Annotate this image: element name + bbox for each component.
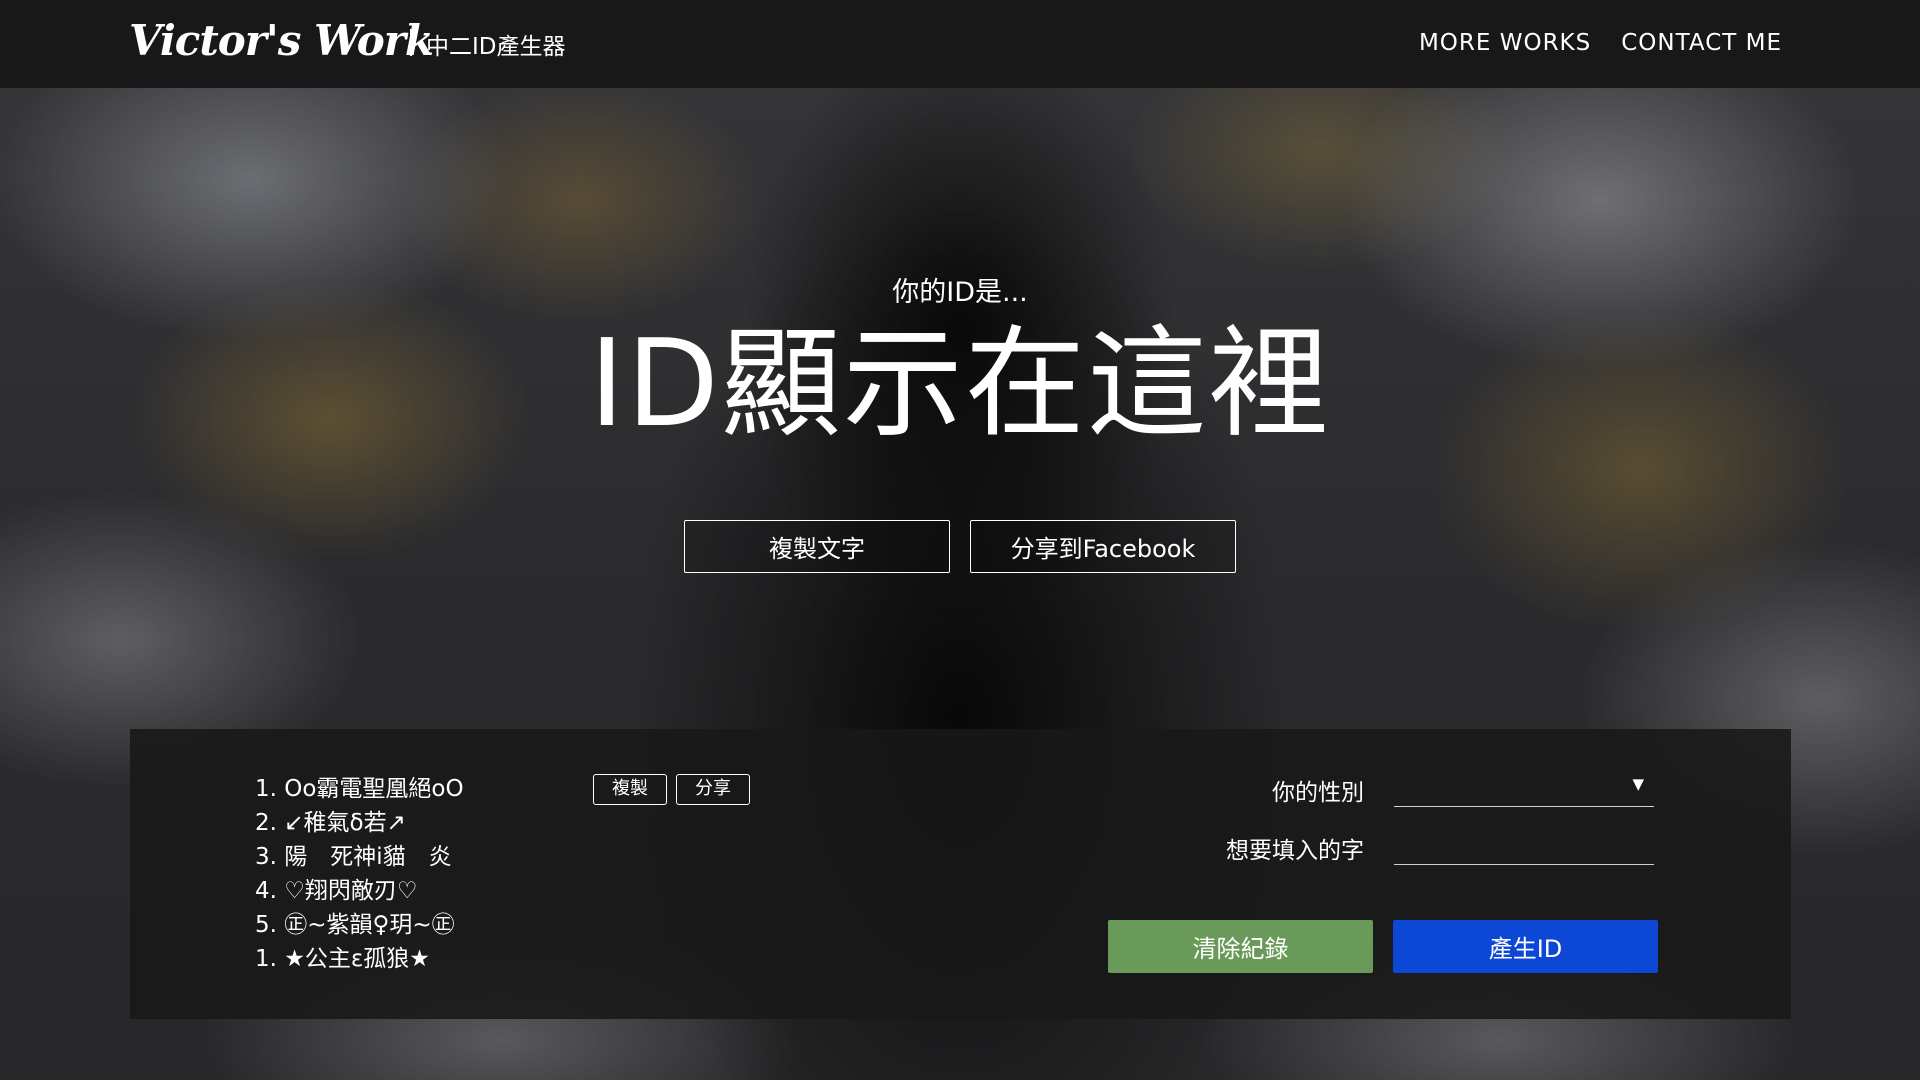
word-label: 想要填入的字 (1226, 838, 1364, 864)
history-item: 4. ♡翔閃敵刃♡ (255, 878, 418, 904)
generated-id-display: ID顯示在這裡 (589, 315, 1331, 454)
header-divider (410, 29, 412, 56)
app-subtitle: 中二ID產生器 (426, 34, 566, 60)
history-copy-button[interactable]: 複製 (593, 774, 667, 805)
generator-panel: 1. Oo霸電聖凰絕oO 2. ↙稚氣δ若↗ 3. 陽 死神i貓 炎 4. ♡翔… (130, 729, 1791, 1019)
site-header: Victor's Work 中二ID產生器 MORE WORKS CONTACT… (0, 0, 1920, 88)
gender-label: 你的性別 (1272, 780, 1364, 806)
history-share-button[interactable]: 分享 (676, 774, 750, 805)
history-list: 1. Oo霸電聖凰絕oO 2. ↙稚氣δ若↗ 3. 陽 死神i貓 炎 4. ♡翔… (255, 772, 464, 976)
history-item: 3. 陽 死神i貓 炎 (255, 844, 452, 870)
history-item: 1. Oo霸電聖凰絕oO (255, 776, 464, 802)
history-item: 1. ★公主ε孤狼★ (255, 946, 430, 972)
copy-text-button[interactable]: 複製文字 (684, 520, 950, 573)
hero-actions: 複製文字 分享到Facebook (684, 520, 1236, 573)
share-facebook-button[interactable]: 分享到Facebook (970, 520, 1236, 573)
site-logo[interactable]: Victor's Work (129, 16, 434, 65)
id-prefix-text: 你的ID是... (892, 277, 1028, 308)
clear-history-button[interactable]: 清除紀錄 (1108, 920, 1373, 973)
gender-select[interactable]: ▼ (1394, 771, 1654, 807)
generate-id-button[interactable]: 產生ID (1393, 920, 1658, 973)
nav-contact-me[interactable]: CONTACT ME (1621, 30, 1782, 56)
history-item: 2. ↙稚氣δ若↗ (255, 810, 406, 836)
gender-row: 你的性別 ▼ (1130, 771, 1654, 807)
word-row: 想要填入的字 (1130, 829, 1654, 865)
word-input[interactable] (1394, 829, 1654, 865)
header-nav: MORE WORKS CONTACT ME (1419, 30, 1782, 56)
history-item-actions: 複製 分享 (593, 774, 750, 805)
history-item: 5. ㊣~紫韻♀玥~㊣ (255, 912, 455, 938)
dropdown-arrow-icon: ▼ (1632, 775, 1644, 793)
nav-more-works[interactable]: MORE WORKS (1419, 30, 1591, 56)
